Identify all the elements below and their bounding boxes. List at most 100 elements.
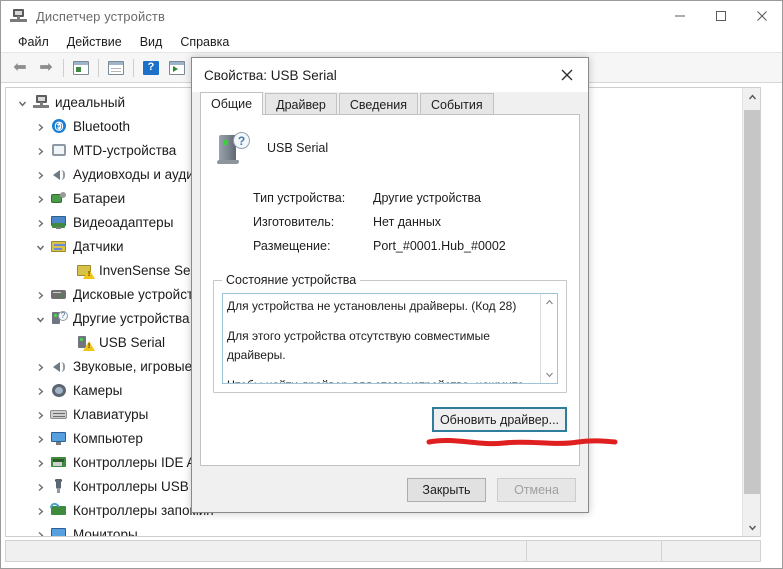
disk-drive-icon (50, 287, 68, 303)
device-info-table: Тип устройства: Другие устройства Изгото… (253, 191, 563, 263)
window-controls (659, 1, 782, 31)
tree-node-label: Видеоадаптеры (73, 215, 174, 230)
scroll-down-icon[interactable] (743, 518, 760, 536)
toolbar-separator (63, 58, 64, 77)
storage-controller-icon (48, 501, 68, 519)
tab-driver[interactable]: Драйвер (265, 93, 337, 115)
chevron-right-icon[interactable] (32, 527, 48, 536)
menu-bar: Файл Действие Вид Справка (1, 31, 782, 53)
forward-button[interactable]: ➡ (33, 56, 59, 80)
chevron-down-icon[interactable] (32, 239, 48, 255)
scroll-up-icon[interactable] (743, 88, 760, 106)
scan-hardware-changes-button[interactable] (164, 56, 190, 80)
keyboard-icon (50, 407, 68, 423)
chevron-right-icon[interactable] (32, 431, 48, 447)
dialog-title-bar: Свойства: USB Serial (192, 58, 588, 92)
cancel-button: Отмена (497, 478, 576, 502)
info-label: Размещение: (253, 239, 331, 253)
tree-node-label: Батареи (73, 191, 126, 206)
info-label: Тип устройства: (253, 191, 346, 205)
properties-button[interactable] (103, 56, 129, 80)
properties-icon (108, 60, 124, 75)
battery-icon (50, 191, 68, 207)
tree-node-label: MTD-устройства (73, 143, 177, 158)
chevron-right-icon[interactable] (32, 215, 48, 231)
maximize-button[interactable] (700, 1, 741, 31)
chevron-right-icon[interactable] (32, 119, 48, 135)
menu-item-help[interactable]: Справка (171, 32, 238, 52)
audio-icon (50, 167, 68, 183)
chevron-right-icon[interactable] (32, 143, 48, 159)
forward-icon: ➡ (39, 58, 53, 76)
menu-item-file[interactable]: Файл (9, 32, 58, 52)
dialog-button-row: Закрыть Отмена (407, 478, 576, 502)
device-status-text: Для устройства не установлены драйверы. … (223, 294, 540, 383)
chevron-down-icon[interactable] (32, 311, 48, 327)
device-manager-icon (10, 8, 27, 25)
status-bar-pane-tertiary (662, 541, 760, 561)
dialog-close-button[interactable] (546, 58, 588, 92)
tab-events[interactable]: События (419, 93, 494, 115)
tree-node-label: Мониторы (73, 527, 138, 537)
device-manager-window: Диспетчер устройств Файл Действие Вид Сп… (0, 0, 783, 569)
chevron-right-icon[interactable] (32, 503, 48, 519)
status-bar-pane-secondary (527, 541, 662, 561)
status-bar-pane-main (6, 541, 527, 561)
sensor-icon (50, 239, 68, 255)
chevron-right-icon[interactable] (32, 359, 48, 375)
device-status-textbox[interactable]: Для устройства не установлены драйверы. … (222, 293, 558, 384)
toolbar-separator (133, 58, 134, 77)
dialog-title: Свойства: USB Serial (204, 67, 337, 83)
chevron-right-icon[interactable] (32, 407, 48, 423)
chevron-right-icon[interactable] (32, 287, 48, 303)
unknown-device-warning-icon (76, 335, 95, 351)
show-hide-console-tree-button[interactable] (68, 56, 94, 80)
info-value: Другие устройства (373, 191, 481, 205)
tree-node-label: USB Serial (99, 335, 166, 350)
status-paragraph: Для этого устройства отсутствую совмести… (227, 329, 490, 362)
camera-icon (50, 383, 68, 399)
tree-vertical-scrollbar[interactable] (742, 88, 760, 536)
status-scroll-down-icon[interactable] (541, 366, 557, 383)
chevron-right-icon[interactable] (32, 455, 48, 471)
sound-icon (50, 359, 68, 375)
usb-controller-icon (50, 479, 68, 495)
other-devices-icon: ? (50, 311, 68, 327)
update-driver-button[interactable]: Обновить драйвер... (432, 407, 567, 432)
pc-icon (50, 431, 68, 447)
chevron-right-icon[interactable] (32, 383, 48, 399)
info-row-manufacturer: Изготовитель: Нет данных (253, 215, 563, 239)
status-text-scrollbar[interactable] (540, 294, 557, 383)
info-value: Port_#0001.Hub_#0002 (373, 239, 506, 253)
show-hide-console-tree-icon (73, 60, 89, 75)
close-dialog-button[interactable]: Закрыть (407, 478, 486, 502)
menu-item-view[interactable]: Вид (131, 32, 172, 52)
tab-panel-general: ? USB Serial Тип устройства: Другие устр… (200, 114, 618, 466)
chevron-right-icon[interactable] (32, 167, 48, 183)
bluetooth-icon (50, 119, 68, 135)
dialog-tab-strip: Общие Драйвер Сведения События (200, 92, 580, 115)
device-properties-dialog: Свойства: USB Serial Общие Драйвер Сведе… (191, 57, 618, 513)
unknown-device-icon: ? (216, 131, 251, 165)
close-button[interactable] (741, 1, 782, 31)
menu-item-action[interactable]: Действие (58, 32, 131, 52)
minimize-button[interactable] (659, 1, 700, 31)
help-icon: ? (143, 60, 159, 75)
chevron-down-icon[interactable] (14, 95, 30, 111)
toolbar-separator (98, 58, 99, 77)
chevron-right-icon[interactable] (32, 479, 48, 495)
help-button[interactable]: ? (138, 56, 164, 80)
tab-details[interactable]: Сведения (338, 93, 418, 115)
display-adapter-icon (50, 215, 68, 231)
back-button[interactable]: ⬅ (7, 56, 33, 80)
status-scroll-up-icon[interactable] (541, 294, 557, 311)
tree-node[interactable]: Мониторы (6, 523, 743, 537)
scrollbar-thumb[interactable] (744, 110, 760, 494)
tab-general[interactable]: Общие (200, 92, 264, 115)
computer-icon (32, 95, 50, 111)
device-header: ? USB Serial (216, 131, 328, 165)
chevron-right-icon[interactable] (32, 191, 48, 207)
window-title: Диспетчер устройств (36, 8, 165, 24)
info-row-location: Размещение: Port_#0001.Hub_#0002 (253, 239, 563, 263)
tree-node-label: Другие устройства (73, 311, 190, 326)
